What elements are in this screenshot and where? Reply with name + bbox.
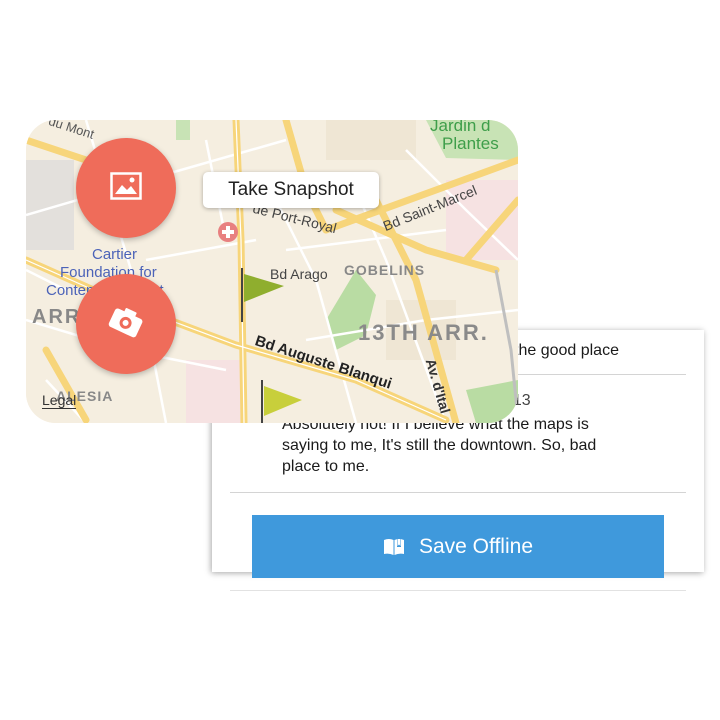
comment-line-3: place to me. [282,458,370,475]
camera-icon [107,305,145,344]
map-label: 13TH ARR. [358,320,489,345]
take-snapshot-tooltip: Take Snapshot [203,172,379,208]
map-view[interactable]: du Mont Jardin d Plantes de Port-Royal B… [26,120,518,423]
save-offline-button[interactable]: Save Offline [252,515,664,578]
map-label: ARR [32,306,82,328]
map-label: GOBELINS [344,262,426,278]
image-icon [110,171,142,205]
book-icon [383,538,405,556]
legal-link[interactable]: Legal [42,392,77,409]
comment-snippet: the good place [514,342,619,359]
map-label: Plantes [442,134,499,153]
screen: the good place 013 Absolutely not! If I … [0,0,720,720]
save-offline-label: Save Offline [418,534,533,558]
map-label: Cartier [92,246,138,263]
divider [230,492,686,493]
snapshot-gallery-button[interactable] [76,138,176,238]
take-snapshot-button[interactable] [76,274,176,374]
tooltip-label: Take Snapshot [228,179,354,200]
map-label: Bd Arago [270,266,328,282]
divider [230,590,686,591]
comment-line-2: saying to me, It's still the downtown. S… [282,437,597,454]
